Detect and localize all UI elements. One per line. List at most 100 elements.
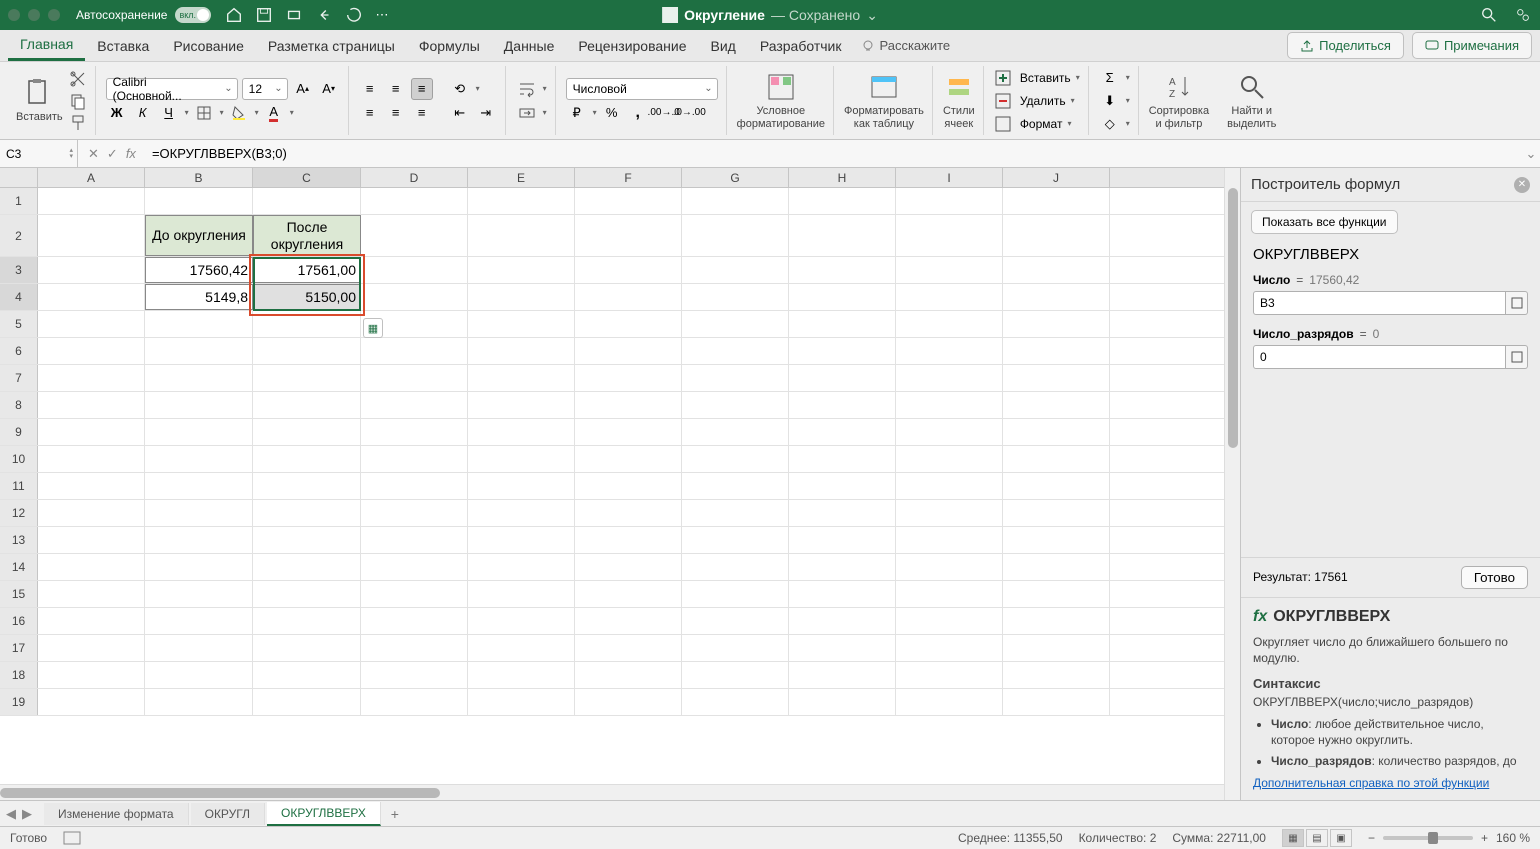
format-as-table-button[interactable]: Форматировать как таблицу (836, 66, 933, 135)
cell-b4[interactable]: 5149,8 (145, 284, 253, 310)
conditional-formatting-button[interactable]: Условное форматирование (729, 66, 834, 135)
paste-icon[interactable] (23, 77, 55, 109)
align-top-icon[interactable]: ≡ (359, 78, 381, 100)
view-page-layout-icon[interactable]: ▤ (1306, 829, 1328, 847)
close-panel-icon[interactable]: ✕ (1514, 177, 1530, 193)
redo-icon[interactable] (345, 6, 363, 24)
confirm-formula-icon[interactable]: ✓ (107, 146, 118, 162)
comments-button[interactable]: Примечания (1412, 32, 1532, 59)
col-header-h[interactable]: H (789, 168, 896, 187)
arg-number-ref-icon[interactable] (1506, 291, 1528, 315)
col-header-j[interactable]: J (1003, 168, 1110, 187)
autosave-toggle[interactable]: вкл. (175, 7, 211, 23)
col-header-d[interactable]: D (361, 168, 468, 187)
tab-draw[interactable]: Рисование (161, 32, 256, 60)
increase-decimal-icon[interactable]: .00→.0 (653, 102, 675, 124)
col-header-e[interactable]: E (468, 168, 575, 187)
col-header-a[interactable]: A (38, 168, 145, 187)
font-name-combo[interactable]: Calibri (Основной... (106, 78, 238, 100)
tab-formulas[interactable]: Формулы (407, 32, 492, 60)
borders-icon[interactable] (193, 102, 215, 124)
horizontal-scrollbar[interactable] (0, 784, 1224, 800)
tab-review[interactable]: Рецензирование (566, 32, 698, 60)
cell-b2[interactable]: До округления (145, 215, 253, 256)
decrease-font-icon[interactable]: A▾ (318, 78, 340, 100)
find-select-button[interactable]: Найти и выделить (1219, 66, 1284, 135)
autofill-options-icon[interactable]: ▦ (363, 318, 383, 338)
fill-color-icon[interactable] (228, 102, 250, 124)
percent-icon[interactable]: % (601, 102, 623, 124)
arg-digits-input[interactable] (1253, 345, 1506, 369)
cell-b3[interactable]: 17560,42 (145, 257, 253, 283)
underline-button[interactable]: Ч (158, 102, 180, 124)
row-header-11[interactable]: 11 (0, 473, 38, 499)
coauthor-icon[interactable] (1514, 6, 1532, 24)
sheet-tab-2[interactable]: ОКРУГЛ (191, 803, 265, 825)
chevron-down-icon[interactable]: ⌄ (866, 7, 878, 24)
save-icon[interactable] (255, 6, 273, 24)
autosum-icon[interactable]: Σ (1099, 67, 1121, 89)
row-header-3[interactable]: 3 (0, 257, 38, 283)
format-painter-icon[interactable] (69, 114, 87, 132)
quickprint-icon[interactable] (285, 6, 303, 24)
fill-icon[interactable]: ⬇ (1099, 90, 1121, 112)
format-cells-icon[interactable] (994, 115, 1012, 133)
row-header-7[interactable]: 7 (0, 365, 38, 391)
col-header-i[interactable]: I (896, 168, 1003, 187)
formula-input[interactable]: =ОКРУГЛВВЕРХ(B3;0) (146, 146, 1522, 161)
share-button[interactable]: Поделиться (1287, 32, 1404, 59)
tab-view[interactable]: Вид (699, 32, 748, 60)
more-help-link[interactable]: Дополнительная справка по этой функции (1253, 776, 1528, 790)
row-header-15[interactable]: 15 (0, 581, 38, 607)
cut-icon[interactable] (69, 70, 87, 88)
name-box[interactable]: C3 ▴▾ (0, 140, 78, 167)
row-header-12[interactable]: 12 (0, 500, 38, 526)
undo-icon[interactable] (315, 6, 333, 24)
row-header-8[interactable]: 8 (0, 392, 38, 418)
bold-button[interactable]: Ж (106, 102, 128, 124)
tell-me[interactable]: Расскажите (861, 38, 950, 53)
add-sheet-icon[interactable]: + (383, 806, 407, 822)
decrease-decimal-icon[interactable]: .0→.00 (679, 102, 701, 124)
row-header-10[interactable]: 10 (0, 446, 38, 472)
row-header-18[interactable]: 18 (0, 662, 38, 688)
arg-number-input[interactable] (1253, 291, 1506, 315)
orientation-icon[interactable]: ⟲ (449, 78, 471, 100)
cell-c3[interactable]: 17561,00 (253, 257, 361, 283)
view-normal-icon[interactable]: ▦ (1282, 829, 1304, 847)
align-left-icon[interactable]: ≡ (359, 102, 381, 124)
row-header-1[interactable]: 1 (0, 188, 38, 214)
number-format-combo[interactable]: Числовой (566, 78, 718, 100)
row-header-13[interactable]: 13 (0, 527, 38, 553)
row-header-4[interactable]: 4 (0, 284, 38, 310)
done-button[interactable]: Готово (1461, 566, 1528, 589)
zoom-slider[interactable] (1383, 836, 1473, 840)
show-all-functions-button[interactable]: Показать все функции (1251, 210, 1398, 234)
select-all-corner[interactable] (0, 168, 38, 187)
cancel-formula-icon[interactable]: ✕ (88, 146, 99, 162)
prev-sheet-icon[interactable]: ◀ (6, 806, 16, 822)
sheet-tab-3[interactable]: ОКРУГЛВВЕРХ (267, 802, 381, 826)
tab-insert[interactable]: Вставка (85, 32, 161, 60)
merge-cells-icon[interactable] (516, 102, 538, 124)
comma-icon[interactable]: , (627, 102, 649, 124)
font-color-icon[interactable]: A (263, 102, 285, 124)
col-header-c[interactable]: C (253, 168, 361, 187)
delete-cells-icon[interactable] (994, 92, 1012, 110)
spreadsheet-grid[interactable]: A B C D E F G H I J 1 2До округленияПосл… (0, 168, 1224, 800)
row-header-9[interactable]: 9 (0, 419, 38, 445)
search-icon[interactable] (1480, 6, 1498, 24)
insert-cells-icon[interactable] (994, 69, 1012, 87)
sort-filter-button[interactable]: AZ Сортировка и фильтр (1141, 66, 1217, 135)
minimize-window-icon[interactable] (28, 9, 40, 21)
cell-c4[interactable]: 5150,00 (253, 284, 361, 310)
italic-button[interactable]: К (132, 102, 154, 124)
copy-icon[interactable] (69, 92, 87, 110)
row-header-5[interactable]: 5 (0, 311, 38, 337)
tab-layout[interactable]: Разметка страницы (256, 32, 407, 60)
expand-formula-bar-icon[interactable]: ⌄ (1522, 146, 1540, 162)
fx-icon[interactable]: fx (126, 146, 136, 162)
increase-font-icon[interactable]: A▴ (292, 78, 314, 100)
increase-indent-icon[interactable]: ⇥ (475, 102, 497, 124)
currency-icon[interactable]: ₽ (566, 102, 588, 124)
